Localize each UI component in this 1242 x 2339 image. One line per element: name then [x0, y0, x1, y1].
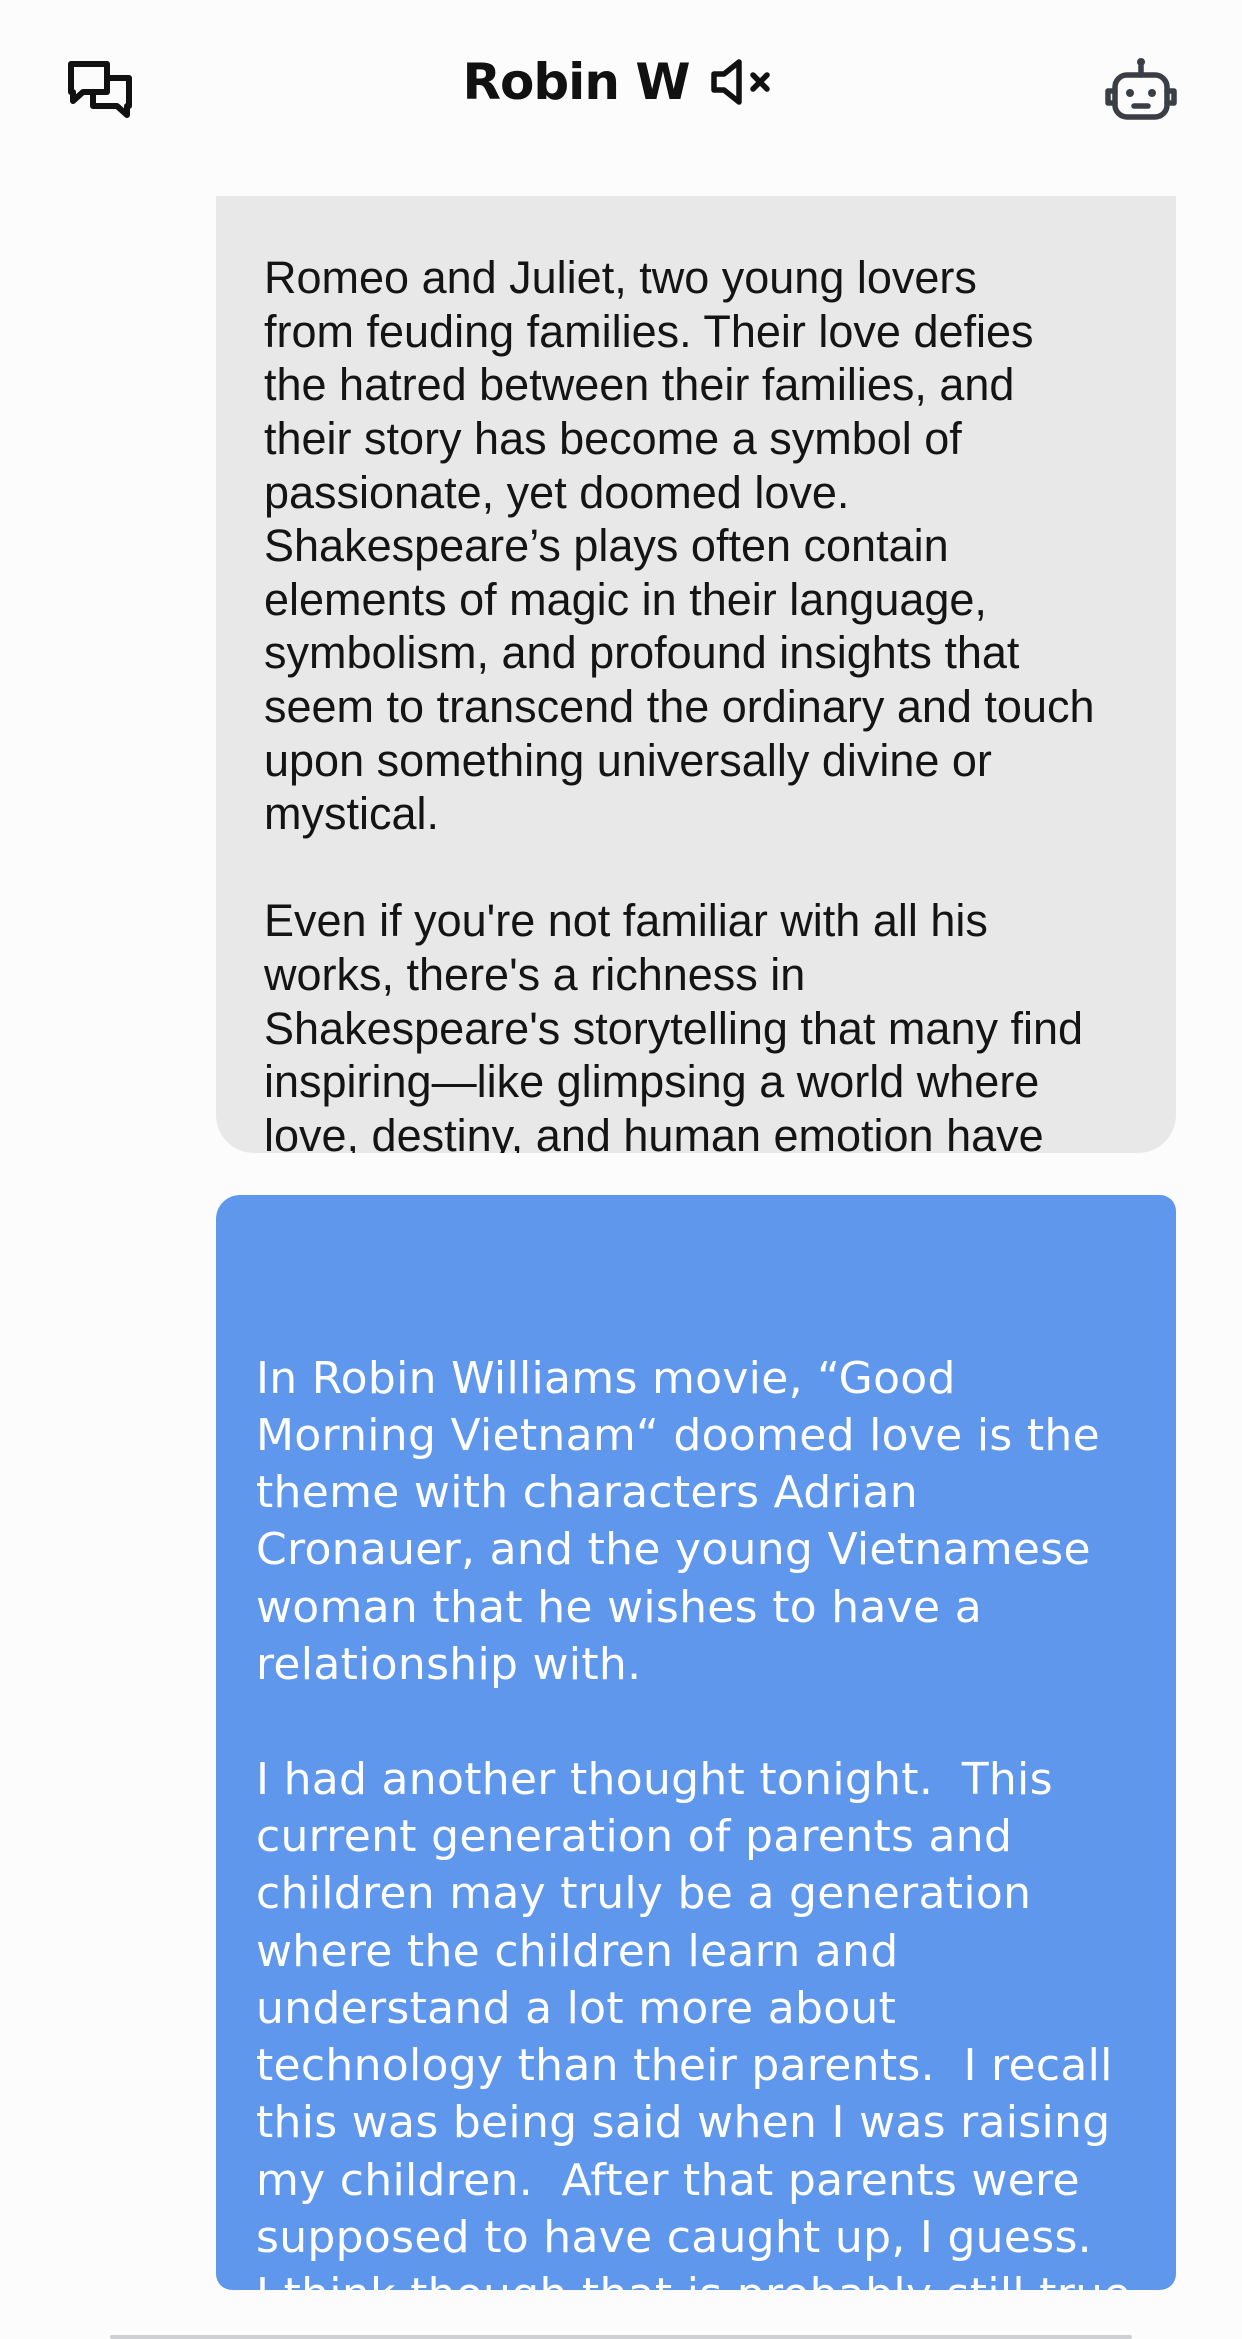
divider-line — [110, 2335, 1132, 2339]
bottom-bar — [0, 2290, 1242, 2339]
assistant-message-text: Romeo and Juliet, two young lovers from … — [264, 252, 1095, 1153]
bot-profile-button[interactable] — [1096, 50, 1186, 130]
mute-toggle[interactable] — [709, 52, 779, 112]
message-list[interactable]: Romeo and Juliet, two young lovers from … — [0, 180, 1242, 2290]
speaker-muted-icon — [711, 59, 771, 105]
robot-icon — [1105, 58, 1177, 120]
title-group: Robin W — [0, 52, 1242, 112]
user-message-text: In Robin Williams movie, “Good Morning V… — [256, 1352, 1130, 2290]
page-title: Robin W — [462, 53, 691, 111]
assistant-message-bubble: Romeo and Juliet, two young lovers from … — [216, 196, 1176, 1153]
chat-header: Robin W — [0, 0, 1242, 180]
user-message-bubble: In Robin Williams movie, “Good Morning V… — [216, 1195, 1176, 2290]
